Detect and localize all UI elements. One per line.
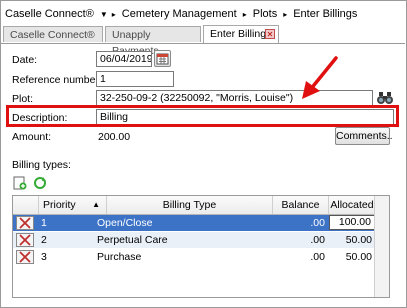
- tab-enter-billings[interactable]: Enter Billings ✕: [203, 25, 279, 43]
- cell-billing-type: Purchase: [97, 251, 142, 263]
- date-label: Date:: [12, 54, 38, 66]
- cell-balance: .00: [310, 217, 325, 229]
- breadcrumb-item-cemetery[interactable]: Cemetery Management: [122, 8, 237, 20]
- breadcrumb-separator-icon: ▸: [283, 9, 288, 19]
- header-billing-type[interactable]: Billing Type: [107, 196, 273, 214]
- cell-allocated[interactable]: 100.00: [329, 215, 375, 230]
- table-header: Priority ▲ Billing Type Balance Allocate…: [13, 196, 389, 215]
- tab-label: Enter Billings: [210, 28, 272, 40]
- annotation-arrow-icon: [302, 56, 338, 99]
- tab-unapply-payments[interactable]: Unapply Payments: [105, 26, 201, 57]
- amount-value: 200.00: [98, 131, 131, 143]
- amount-label: Amount:: [12, 131, 52, 143]
- cell-allocated[interactable]: 50.00: [329, 232, 375, 248]
- cell-balance: .00: [310, 251, 325, 263]
- reference-number-label: Reference number:: [12, 74, 102, 86]
- billing-types-table: Priority ▲ Billing Type Balance Allocate…: [12, 195, 390, 298]
- header-priority-label: Priority: [43, 199, 76, 211]
- header-priority[interactable]: Priority ▲: [39, 196, 107, 214]
- cell-priority: 3: [41, 251, 47, 263]
- breadcrumb-separator-icon: ▼: [99, 9, 108, 19]
- calendar-icon: [156, 53, 169, 65]
- plot-label: Plot:: [12, 93, 34, 105]
- date-field[interactable]: 06/04/2019: [96, 51, 152, 67]
- annotation-highlight-box: [6, 105, 399, 127]
- header-balance[interactable]: Balance: [273, 196, 329, 214]
- cell-billing-type: Open/Close: [97, 217, 153, 229]
- table-row[interactable]: 3 Purchase .00 50.00: [13, 249, 389, 265]
- delete-row-button[interactable]: [16, 233, 34, 247]
- close-icon[interactable]: ✕: [265, 29, 275, 39]
- refresh-icon[interactable]: [33, 176, 47, 190]
- breadcrumb-separator-icon: ▸: [242, 9, 247, 19]
- reference-number-field[interactable]: 1: [96, 71, 174, 87]
- tab-label: Caselle Connect®: [10, 29, 95, 41]
- cell-billing-type: Perpetual Care: [97, 234, 168, 246]
- tab-strip: Caselle Connect® Unapply Payments Enter …: [1, 25, 405, 57]
- delete-icon: [19, 234, 31, 246]
- breadcrumb-item-enter-billings: Enter Billings: [293, 8, 358, 20]
- vertical-scrollbar[interactable]: [374, 196, 389, 297]
- header-allocated[interactable]: Allocated: [329, 196, 375, 214]
- breadcrumb: Caselle Connect® ▼ ▸ Cemetery Management…: [5, 6, 357, 22]
- table-row[interactable]: 1 Open/Close .00 100.00: [13, 215, 389, 231]
- cell-balance: .00: [310, 234, 325, 246]
- delete-icon: [19, 217, 31, 229]
- binoculars-icon[interactable]: [376, 90, 394, 105]
- header-delete-col: [13, 196, 39, 214]
- table-row[interactable]: 2 Perpetual Care .00 50.00: [13, 232, 389, 248]
- calendar-button[interactable]: [154, 50, 171, 67]
- breadcrumb-item-home[interactable]: Caselle Connect®: [5, 8, 94, 20]
- breadcrumb-separator-icon: ▸: [111, 9, 116, 19]
- delete-row-button[interactable]: [16, 216, 34, 230]
- cell-priority: 2: [41, 234, 47, 246]
- comments-button[interactable]: Comments..: [335, 127, 393, 145]
- add-row-icon[interactable]: [13, 176, 27, 190]
- cell-allocated[interactable]: 50.00: [329, 249, 375, 265]
- breadcrumb-item-plots[interactable]: Plots: [253, 8, 277, 20]
- delete-row-button[interactable]: [16, 250, 34, 264]
- sort-ascending-icon: ▲: [92, 200, 100, 209]
- tab-caselle-connect[interactable]: Caselle Connect®: [3, 26, 103, 42]
- billing-types-label: Billing types:: [12, 159, 71, 171]
- delete-icon: [19, 251, 31, 263]
- cell-priority: 1: [41, 217, 47, 229]
